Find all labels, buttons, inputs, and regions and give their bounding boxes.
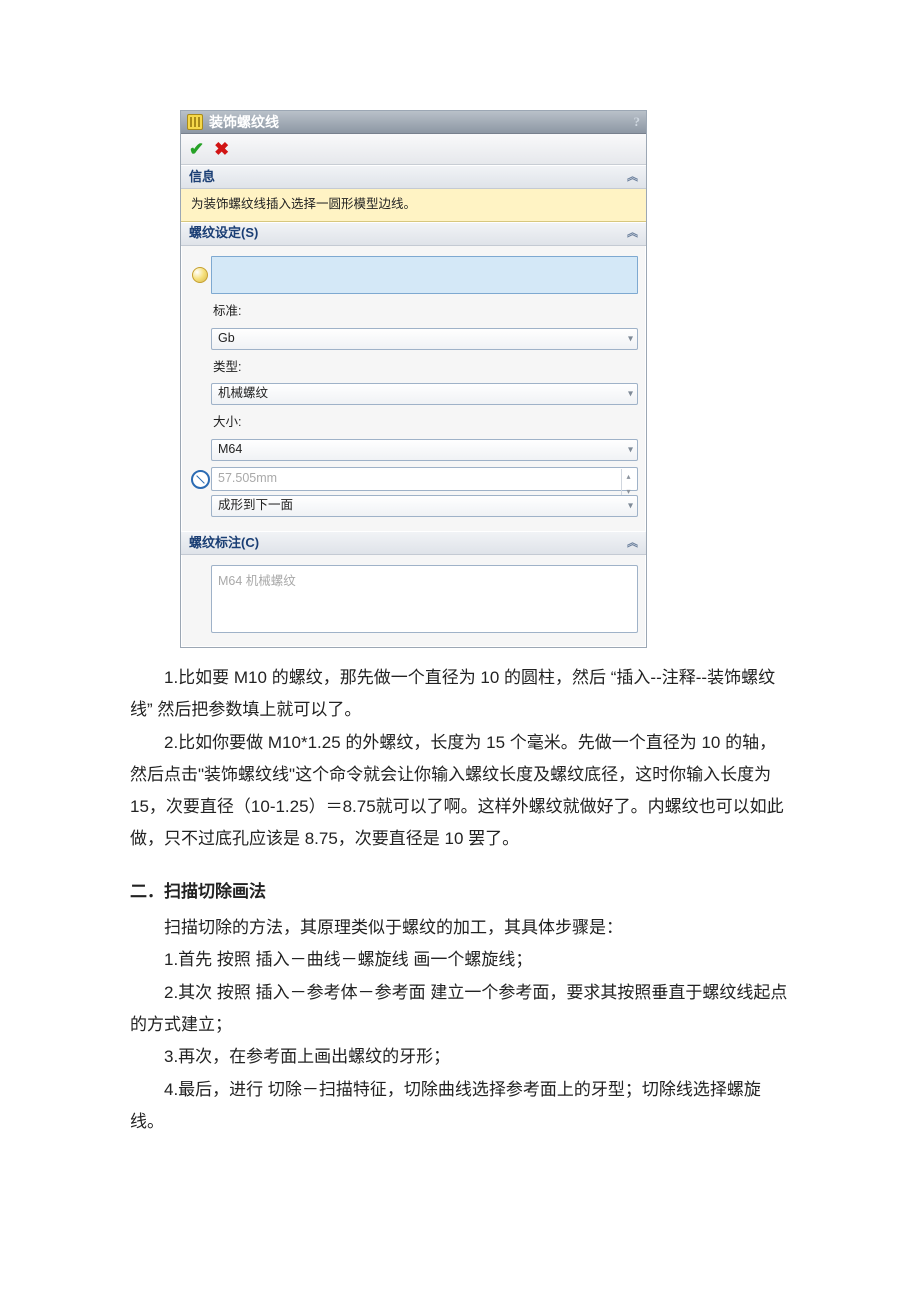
standard-value: Gb	[218, 327, 235, 351]
type-value: 机械螺纹	[218, 382, 268, 406]
paragraph-3: 扫描切除的方法，其原理类似于螺纹的加工，其具体步骤是：	[130, 912, 790, 944]
standard-dropdown[interactable]: Gb ▾	[211, 328, 638, 350]
standard-label: 标准:	[213, 300, 638, 324]
chevron-up-icon: ︽	[627, 223, 638, 244]
settings-body: 标准: Gb ▾ 类型: 机械螺纹 ▾ 大小: M64	[181, 246, 646, 531]
section-header-settings[interactable]: 螺纹设定(S) ︽	[181, 222, 646, 246]
paragraph-2: 2.比如你要做 M10*1.25 的外螺纹，长度为 15 个毫米。先做一个直径为…	[130, 727, 790, 856]
note-body: M64 机械螺纹	[181, 555, 646, 647]
diameter-field[interactable]: 57.505mm ▴▾	[211, 467, 638, 491]
section-header-info[interactable]: 信息 ︽	[181, 165, 646, 189]
chevron-down-icon: ▾	[628, 329, 633, 348]
diameter-icon	[189, 470, 211, 489]
edge-selection-row	[189, 256, 638, 294]
size-value: M64	[218, 438, 242, 462]
chevron-up-icon: ︽	[627, 533, 638, 554]
paragraph-5: 2.其次 按照 插入－参考体－参考面 建立一个参考面，要求其按照垂直于螺纹线起点…	[130, 977, 790, 1042]
diameter-row: 57.505mm ▴▾	[189, 467, 638, 491]
spin-buttons[interactable]: ▴▾	[621, 469, 635, 489]
titlebar: 装饰螺纹线 ?	[181, 111, 646, 134]
titlebar-icon	[187, 114, 203, 130]
thread-note-field[interactable]: M64 机械螺纹	[211, 565, 638, 633]
diameter-value: 57.505mm	[218, 467, 277, 491]
chevron-down-icon: ▾	[628, 497, 633, 516]
end-condition-value: 成形到下一面	[218, 494, 293, 518]
chevron-down-icon: ▾	[628, 441, 633, 460]
heading-2: 二．扫描切除画法	[130, 876, 790, 908]
edge-selection-box[interactable]	[211, 256, 638, 294]
edge-icon	[189, 267, 211, 283]
ok-button[interactable]: ✔	[189, 132, 204, 166]
help-icon[interactable]: ?	[634, 110, 641, 135]
section-header-label: 螺纹设定(S)	[189, 221, 258, 246]
type-label: 类型:	[213, 356, 638, 380]
paragraph-6: 3.再次，在参考面上画出螺纹的牙形；	[130, 1041, 790, 1073]
type-dropdown[interactable]: 机械螺纹 ▾	[211, 383, 638, 405]
page: 装饰螺纹线 ? ✔ ✖ 信息 ︽ 为装饰螺纹线插入选择一圆形模型边线。 螺纹设定…	[0, 0, 920, 1198]
cosmetic-thread-panel: 装饰螺纹线 ? ✔ ✖ 信息 ︽ 为装饰螺纹线插入选择一圆形模型边线。 螺纹设定…	[180, 110, 647, 648]
paragraph-7: 4.最后，进行 切除－扫描特征，切除曲线选择参考面上的牙型；切除线选择螺旋线。	[130, 1074, 790, 1139]
action-bar: ✔ ✖	[181, 134, 646, 165]
chevron-up-icon: ︽	[627, 167, 638, 188]
paragraph-1: 1.比如要 M10 的螺纹，那先做一个直径为 10 的圆柱，然后 “插入--注释…	[130, 662, 790, 727]
size-dropdown[interactable]: M64 ▾	[211, 439, 638, 461]
section-header-label: 信息	[189, 165, 215, 190]
end-condition-dropdown[interactable]: 成形到下一面 ▾	[211, 495, 638, 517]
thread-note-value: M64 机械螺纹	[218, 574, 296, 588]
section-header-label: 螺纹标注(C)	[189, 531, 259, 556]
cancel-button[interactable]: ✖	[214, 132, 229, 166]
paragraph-4: 1.首先 按照 插入－曲线－螺旋线 画一个螺旋线；	[130, 944, 790, 976]
info-note: 为装饰螺纹线插入选择一圆形模型边线。	[181, 189, 646, 222]
section-header-note[interactable]: 螺纹标注(C) ︽	[181, 531, 646, 555]
size-label: 大小:	[213, 411, 638, 435]
chevron-down-icon: ▾	[628, 385, 633, 404]
